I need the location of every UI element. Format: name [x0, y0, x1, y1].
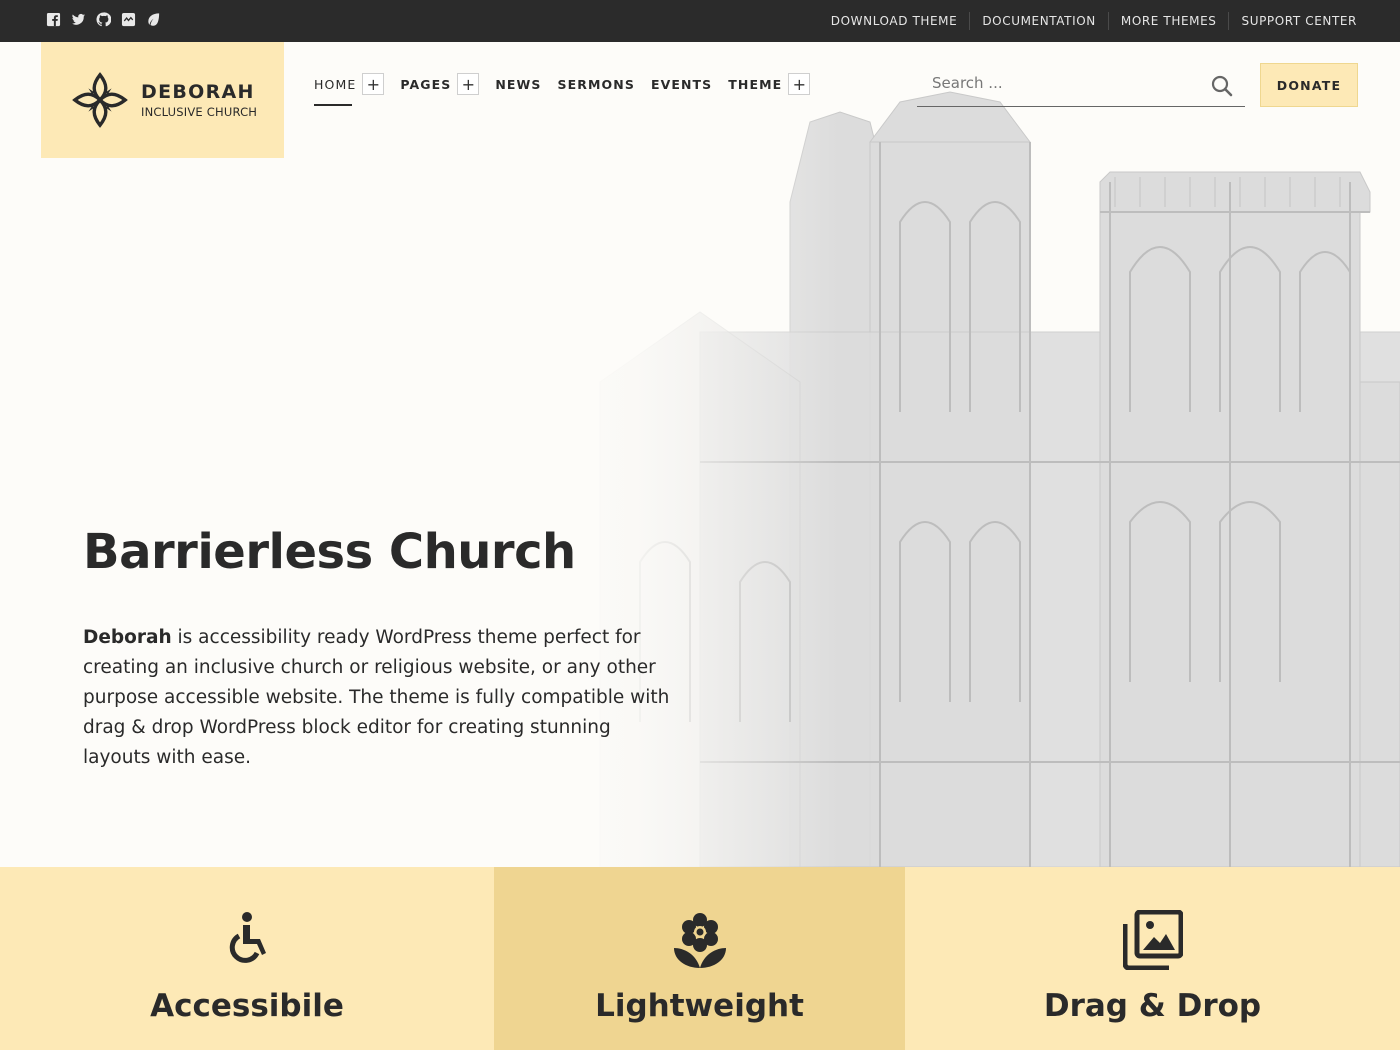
- images-icon: [1122, 910, 1183, 970]
- hero-description-text: is accessibility ready WordPress theme p…: [83, 627, 670, 768]
- nav-item-sermons[interactable]: SERMONS: [558, 73, 635, 95]
- active-underline: [314, 104, 352, 106]
- donate-button[interactable]: DONATE: [1260, 63, 1358, 107]
- hero-description: Deborah is accessibility ready WordPress…: [83, 623, 683, 773]
- social-links: [46, 12, 161, 27]
- site-tagline: INCLUSIVE CHURCH: [141, 105, 258, 119]
- hero-section: Barrierless Church Deborah is accessibil…: [0, 42, 1400, 867]
- submenu-toggle-home[interactable]: +: [362, 73, 385, 95]
- nav-item-home[interactable]: HOME +: [314, 73, 385, 106]
- flower-icon: [673, 913, 726, 968]
- main-nav: HOME + PAGES + NEWS SERMONS EVENTS THEME…: [314, 73, 826, 106]
- support-center-link[interactable]: SUPPORT CENTER: [1228, 12, 1357, 30]
- feature-lightweight: Lightweight: [494, 867, 905, 1050]
- top-links: DOWNLOAD THEME DOCUMENTATION MORE THEMES…: [819, 0, 1357, 42]
- facebook-icon[interactable]: [46, 12, 61, 27]
- feature-title: Drag & Drop: [1043, 988, 1262, 1024]
- hero-title: Barrierless Church: [83, 524, 576, 580]
- more-themes-link[interactable]: MORE THEMES: [1107, 12, 1229, 30]
- nav-item-pages[interactable]: PAGES +: [400, 73, 480, 95]
- top-bar: DOWNLOAD THEME DOCUMENTATION MORE THEMES…: [0, 0, 1400, 42]
- nav-item-events[interactable]: EVENTS: [651, 73, 712, 95]
- logo-text: DEBORAH INCLUSIVE CHURCH: [141, 81, 257, 119]
- search-input[interactable]: [932, 74, 1202, 92]
- nav-item-news[interactable]: NEWS: [495, 73, 541, 95]
- documentation-link[interactable]: DOCUMENTATION: [969, 12, 1108, 30]
- nav-label[interactable]: EVENTS: [651, 77, 712, 92]
- search-form: [917, 63, 1245, 107]
- nav-label[interactable]: HOME: [314, 77, 356, 92]
- codepen-icon[interactable]: [121, 12, 136, 27]
- nav-label[interactable]: PAGES: [400, 77, 451, 92]
- feature-title: Lightweight: [595, 988, 804, 1024]
- nav-label[interactable]: SERMONS: [558, 77, 635, 92]
- features-section: Accessibile Lightweight Drag & Drop: [0, 867, 1400, 1050]
- cross-flower-icon: [72, 72, 128, 128]
- feature-drag-drop: Drag & Drop: [905, 867, 1400, 1050]
- site-logo[interactable]: DEBORAH INCLUSIVE CHURCH: [41, 42, 284, 158]
- wheelchair-icon: [229, 912, 266, 963]
- leaf-icon[interactable]: [146, 12, 161, 27]
- feature-title: Accessibile: [150, 988, 344, 1024]
- feature-accessible: Accessibile: [0, 867, 494, 1050]
- twitter-icon[interactable]: [71, 12, 86, 27]
- search-icon[interactable]: [1211, 75, 1233, 97]
- submenu-toggle-pages[interactable]: +: [457, 73, 480, 95]
- download-theme-link[interactable]: DOWNLOAD THEME: [819, 12, 970, 30]
- github-icon[interactable]: [96, 12, 111, 27]
- submenu-toggle-theme[interactable]: +: [788, 73, 811, 95]
- nav-label[interactable]: THEME: [728, 77, 782, 92]
- nav-item-theme[interactable]: THEME +: [728, 73, 811, 95]
- site-name: DEBORAH: [141, 81, 255, 103]
- hero-description-bold: Deborah: [83, 627, 172, 648]
- nav-label[interactable]: NEWS: [495, 77, 541, 92]
